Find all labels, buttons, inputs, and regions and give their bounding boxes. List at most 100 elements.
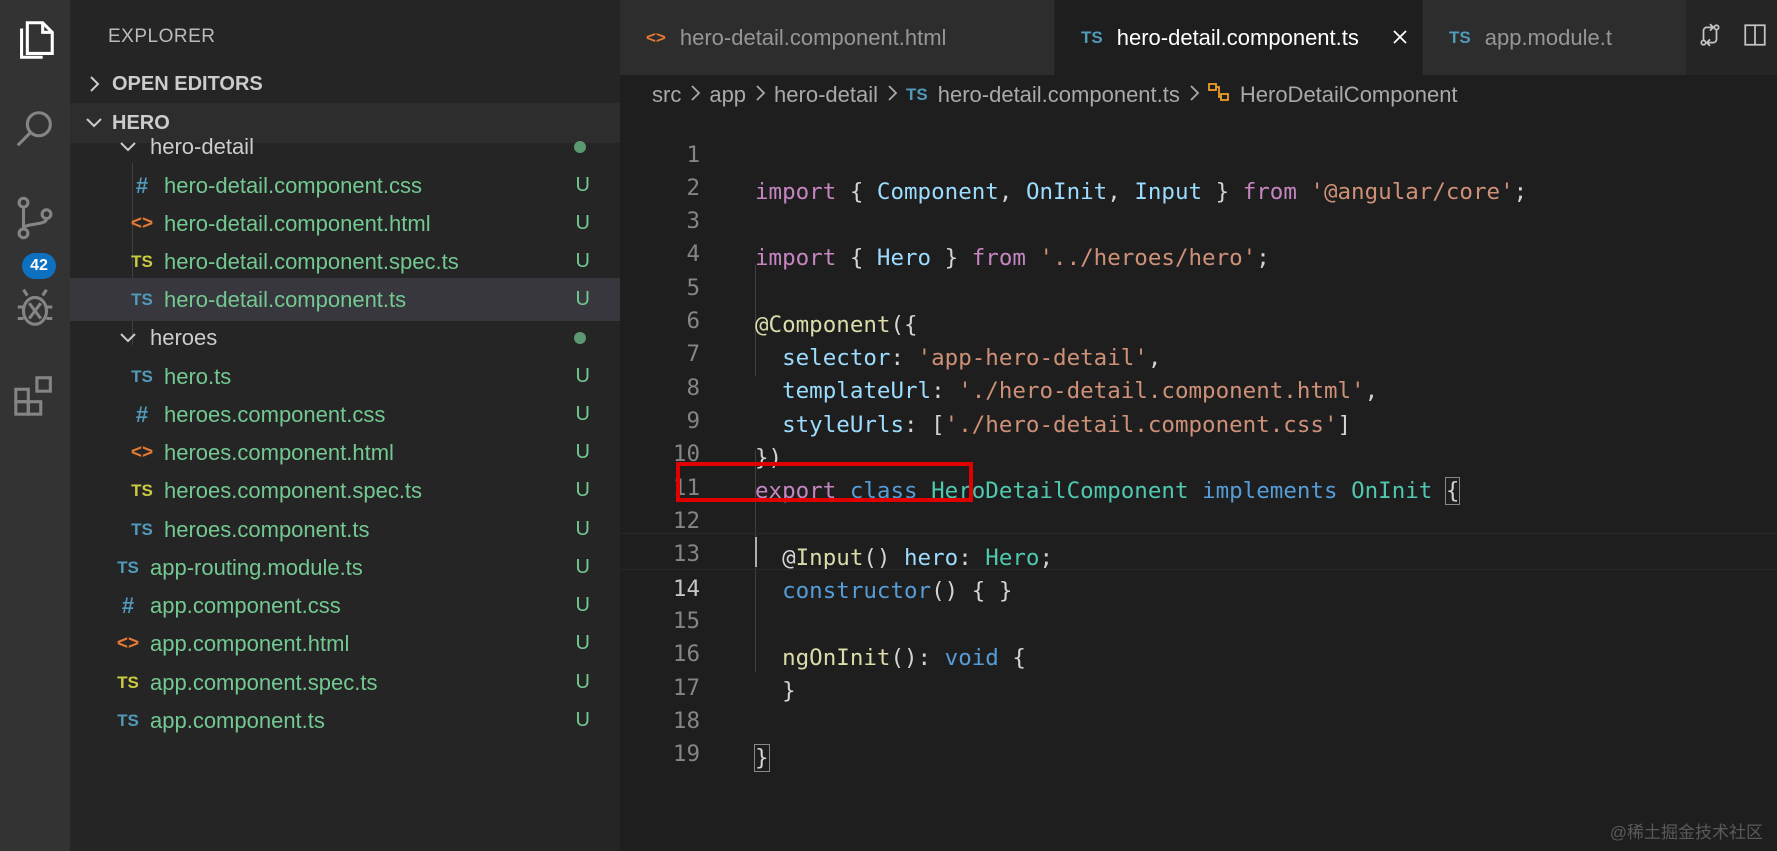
ts-spec-file-icon: TS bbox=[117, 672, 139, 692]
compare-changes-icon[interactable] bbox=[1697, 22, 1723, 54]
tree-item-label: heroes bbox=[150, 324, 218, 350]
tree-item-label: hero-detail bbox=[150, 133, 254, 159]
ts-file-icon: TS bbox=[131, 366, 153, 386]
git-status: U bbox=[575, 479, 590, 501]
line-number: 19 bbox=[672, 741, 700, 767]
search-icon[interactable] bbox=[0, 95, 70, 165]
tree-item[interactable]: TS app-routing.module.ts U bbox=[70, 546, 620, 589]
folder-hero-detail[interactable]: hero-detail bbox=[70, 125, 620, 168]
open-editors-section[interactable]: OPEN EDITORS bbox=[70, 64, 620, 104]
tree-item-label: heroes.component.html bbox=[164, 439, 394, 465]
watermark: @稀土掘金技术社区 bbox=[1609, 823, 1763, 842]
ts-file-icon: TS bbox=[131, 519, 153, 539]
code-line: 17 bbox=[620, 633, 1777, 701]
git-status: U bbox=[575, 518, 590, 540]
code-line: 6 selector: 'app-hero-detail', bbox=[620, 266, 1777, 371]
code-line: 15 ngOnInit(): void { bbox=[620, 566, 1777, 671]
explorer-title: EXPLORER bbox=[108, 26, 216, 47]
chevron-down-icon bbox=[114, 140, 142, 154]
code-line: 3 import { Hero } from '../heroes/hero'; bbox=[620, 166, 1777, 271]
tab-label: hero-detail.component.ts bbox=[1116, 24, 1359, 50]
tree-item[interactable]: <> app.component.html U bbox=[70, 622, 620, 665]
tree-item-label: hero-detail.component.ts bbox=[164, 286, 407, 312]
files-icon[interactable] bbox=[0, 5, 70, 75]
chevron-right-icon bbox=[82, 75, 106, 93]
ts-file-icon: TS bbox=[131, 289, 153, 309]
code-line: 2 bbox=[620, 133, 1777, 201]
code-line: 1 import { Component, OnInit, Input } fr… bbox=[620, 100, 1777, 205]
html-file-icon: <> bbox=[130, 441, 154, 463]
tree-item[interactable]: TS app.component.ts U bbox=[70, 699, 620, 742]
ts-spec-file-icon: TS bbox=[131, 251, 153, 271]
git-status: U bbox=[575, 365, 590, 387]
git-status: U bbox=[575, 632, 590, 654]
ts-file-icon: TS bbox=[117, 710, 139, 730]
editor-actions bbox=[1687, 0, 1777, 75]
editor-area: <> hero-detail.component.html TS hero-de… bbox=[620, 0, 1777, 851]
tree-item-label: hero-detail.component.spec.ts bbox=[164, 248, 459, 274]
tree-item-label: app.component.ts bbox=[150, 707, 325, 733]
tree-item[interactable]: # app.component.css U bbox=[70, 584, 620, 627]
ts-file-icon: TS bbox=[117, 557, 139, 577]
chevron-down-icon bbox=[114, 331, 142, 345]
tab-hero-detail-html[interactable]: <> hero-detail.component.html bbox=[620, 0, 1055, 75]
git-status: U bbox=[575, 556, 590, 578]
git-status: U bbox=[575, 212, 590, 234]
code-line: 16 } bbox=[620, 599, 1777, 704]
explorer-sidebar: EXPLORER OPEN EDITORS HERO hero-detail #… bbox=[70, 0, 620, 851]
git-modified-dot bbox=[574, 140, 586, 153]
code-line-current: 14 bbox=[620, 533, 1777, 602]
source-control-icon[interactable] bbox=[0, 183, 70, 253]
html-file-icon: <> bbox=[646, 27, 666, 47]
tree-item[interactable]: TS heroes.component.spec.ts U bbox=[70, 469, 620, 512]
tree-item[interactable]: TS hero-detail.component.spec.ts U bbox=[70, 240, 620, 283]
git-status: U bbox=[575, 671, 590, 693]
tree-item-selected[interactable]: TS hero-detail.component.ts U bbox=[70, 278, 620, 321]
code-line: 8 styleUrls: ['./hero-detail.component.c… bbox=[620, 333, 1777, 438]
html-file-icon: <> bbox=[130, 212, 154, 234]
ts-spec-file-icon: TS bbox=[131, 480, 153, 500]
annotation-highlight-box bbox=[676, 462, 973, 502]
css-file-icon: # bbox=[121, 592, 135, 618]
tree-item-label: hero.ts bbox=[164, 363, 232, 389]
tree-item[interactable]: <> heroes.component.html U bbox=[70, 431, 620, 474]
tab-label: hero-detail.component.html bbox=[679, 24, 947, 50]
debug-icon[interactable] bbox=[0, 272, 70, 342]
code-line: 13 constructor() { } bbox=[620, 499, 1777, 604]
tree-item[interactable]: TS hero.ts U bbox=[70, 355, 620, 398]
folder-heroes[interactable]: heroes bbox=[70, 316, 620, 359]
code-text: } bbox=[754, 744, 770, 772]
tab-bar: <> hero-detail.component.html TS hero-de… bbox=[620, 0, 1777, 75]
tree-item[interactable]: TS heroes.component.ts U bbox=[70, 508, 620, 551]
git-status: U bbox=[575, 709, 590, 731]
close-icon[interactable] bbox=[1392, 24, 1408, 52]
git-modified-dot bbox=[574, 331, 586, 344]
tree-item-label: heroes.component.css bbox=[164, 401, 386, 427]
tree-item[interactable]: # heroes.component.css U bbox=[70, 393, 620, 436]
code-line: 9 }) bbox=[620, 366, 1777, 471]
tab-app-module[interactable]: TS app.module.t bbox=[1423, 0, 1687, 75]
ts-file-icon: TS bbox=[1449, 27, 1471, 47]
git-status: U bbox=[575, 441, 590, 463]
tree-item-label: app.component.html bbox=[150, 630, 350, 656]
tree-item[interactable]: <> hero-detail.component.html U bbox=[70, 202, 620, 245]
code-line: 10 export class HeroDetailComponent impl… bbox=[620, 399, 1777, 505]
tab-hero-detail-ts[interactable]: TS hero-detail.component.ts bbox=[1055, 0, 1423, 75]
git-status: U bbox=[575, 594, 590, 616]
code-line: 5 @Component({ bbox=[620, 233, 1777, 338]
git-status: U bbox=[575, 288, 590, 310]
activity-bar: 42 bbox=[0, 0, 70, 851]
tree-item[interactable]: # hero-detail.component.css U bbox=[70, 164, 620, 207]
extensions-icon[interactable] bbox=[0, 360, 70, 430]
tree-item-label: heroes.component.spec.ts bbox=[164, 477, 423, 503]
tree-item-label: hero-detail.component.css bbox=[164, 172, 423, 198]
text-cursor bbox=[755, 537, 757, 567]
html-file-icon: <> bbox=[116, 632, 140, 654]
git-status: U bbox=[575, 403, 590, 425]
split-editor-icon[interactable] bbox=[1742, 22, 1768, 54]
tree-item-label: app.component.css bbox=[150, 592, 341, 618]
tree-item[interactable]: TS app.component.spec.ts U bbox=[70, 661, 620, 704]
css-file-icon: # bbox=[135, 172, 149, 198]
code-line: 4 bbox=[620, 199, 1777, 267]
code-line: 18 } bbox=[620, 666, 1777, 772]
